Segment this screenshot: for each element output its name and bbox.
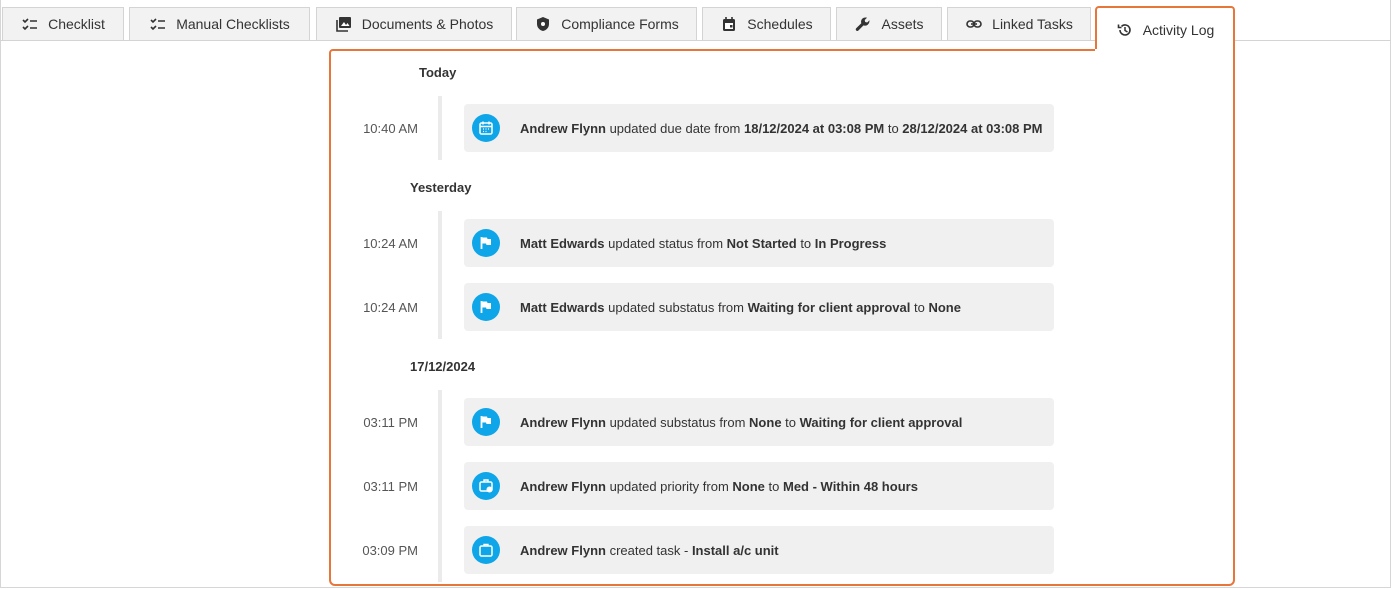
tab-label: Activity Log xyxy=(1142,21,1215,38)
tab-documents-photos[interactable]: Documents & Photos xyxy=(316,7,512,40)
entry-to: Med - Within 48 hours xyxy=(782,478,918,494)
activity-entry: Andrew Flynn created task - Install a/c … xyxy=(464,526,1054,574)
wrench-icon xyxy=(854,15,872,33)
activity-entry: Andrew Flynn updated due date from 18/12… xyxy=(464,104,1054,152)
tab-label: Schedules xyxy=(747,16,813,32)
entry-action: updated due date from xyxy=(605,120,744,136)
tab-label: Manual Checklists xyxy=(176,16,290,32)
day-heading: Today xyxy=(419,65,457,80)
tab-label: Compliance Forms xyxy=(561,16,679,32)
entry-sep: to xyxy=(884,120,903,136)
entry-from: Not Started xyxy=(726,235,797,251)
shield-icon xyxy=(534,15,552,33)
entry-text: Andrew Flynn updated priority from None … xyxy=(520,479,918,494)
entry-sep: to xyxy=(796,235,815,251)
entry-action: updated substatus from xyxy=(604,299,748,315)
entry-from: None xyxy=(732,478,765,494)
photo-icon xyxy=(335,15,353,33)
tab-bar: Checklist Manual Checklists Documents & … xyxy=(0,0,1391,51)
entry-action: updated priority from xyxy=(605,478,733,494)
calendar-icon xyxy=(472,114,500,142)
entry-action: updated status from xyxy=(604,235,727,251)
tab-linked-tasks[interactable]: Linked Tasks xyxy=(947,7,1091,40)
tab-join xyxy=(1095,49,1233,53)
briefcase-icon xyxy=(472,536,500,564)
entry-user: Andrew Flynn xyxy=(520,478,606,494)
calendar-icon xyxy=(720,15,738,33)
entry-user: Matt Edwards xyxy=(520,299,605,315)
entry-text: Andrew Flynn created task - Install a/c … xyxy=(520,543,779,558)
entry-from: 18/12/2024 at 03:08 PM xyxy=(744,120,885,136)
day-heading: 17/12/2024 xyxy=(410,359,476,374)
flag-icon xyxy=(472,293,500,321)
entry-user: Matt Edwards xyxy=(520,235,605,251)
entry-to: Waiting for client approval xyxy=(799,414,963,430)
entry-time: 03:11 PM xyxy=(363,479,418,494)
activity-entry: Matt Edwards updated substatus from Wait… xyxy=(464,283,1054,331)
activity-entry: Andrew Flynn updated priority from None … xyxy=(464,462,1054,510)
entry-text: Andrew Flynn updated substatus from None… xyxy=(520,415,962,430)
entry-user: Andrew Flynn xyxy=(520,542,606,558)
tab-label: Checklist xyxy=(48,16,105,32)
entry-time: 03:11 PM xyxy=(363,415,418,430)
flag-icon xyxy=(472,229,500,257)
checklist-icon xyxy=(149,15,167,33)
timeline-line xyxy=(438,390,442,582)
entry-text: Matt Edwards updated substatus from Wait… xyxy=(520,300,961,315)
tab-compliance-forms[interactable]: Compliance Forms xyxy=(516,7,697,40)
history-icon xyxy=(1116,21,1134,39)
link-icon xyxy=(965,15,983,33)
entry-action: updated substatus from xyxy=(605,414,750,430)
entry-from: Waiting for client approval xyxy=(747,299,911,315)
tab-assets[interactable]: Assets xyxy=(836,7,942,40)
tab-label: Documents & Photos xyxy=(361,16,494,32)
timeline-line xyxy=(438,211,442,339)
timeline-line xyxy=(438,96,442,160)
flag-icon xyxy=(472,408,500,436)
entry-text: Andrew Flynn updated due date from 18/12… xyxy=(520,121,1043,136)
entry-action: created task - xyxy=(605,542,692,558)
tab-label: Linked Tasks xyxy=(992,16,1073,32)
entry-user: Andrew Flynn xyxy=(520,414,606,430)
entry-time: 03:09 PM xyxy=(362,543,418,558)
day-heading: Yesterday xyxy=(410,180,472,195)
entry-time: 10:24 AM xyxy=(363,236,418,251)
entry-to: In Progress xyxy=(814,235,887,251)
tab-schedules[interactable]: Schedules xyxy=(702,7,831,40)
entry-from: None xyxy=(749,414,782,430)
entry-sep: to xyxy=(910,299,929,315)
entry-text: Matt Edwards updated status from Not Sta… xyxy=(520,236,886,251)
entry-from: Install a/c unit xyxy=(691,542,779,558)
activity-entry: Matt Edwards updated status from Not Sta… xyxy=(464,219,1054,267)
entry-to: 28/12/2024 at 03:08 PM xyxy=(902,120,1043,136)
tab-checklist[interactable]: Checklist xyxy=(2,7,124,40)
tab-activity-log[interactable]: Activity Log xyxy=(1095,6,1235,51)
tab-manual-checklists[interactable]: Manual Checklists xyxy=(129,7,310,40)
priority-icon xyxy=(472,472,500,500)
entry-sep: to xyxy=(764,478,783,494)
entry-user: Andrew Flynn xyxy=(520,120,606,136)
activity-entry: Andrew Flynn updated substatus from None… xyxy=(464,398,1054,446)
checklist-icon xyxy=(21,15,39,33)
entry-time: 10:24 AM xyxy=(363,300,418,315)
entry-to: None xyxy=(928,299,961,315)
entry-time: 10:40 AM xyxy=(363,121,418,136)
tab-label: Assets xyxy=(881,16,924,32)
entry-sep: to xyxy=(781,414,800,430)
